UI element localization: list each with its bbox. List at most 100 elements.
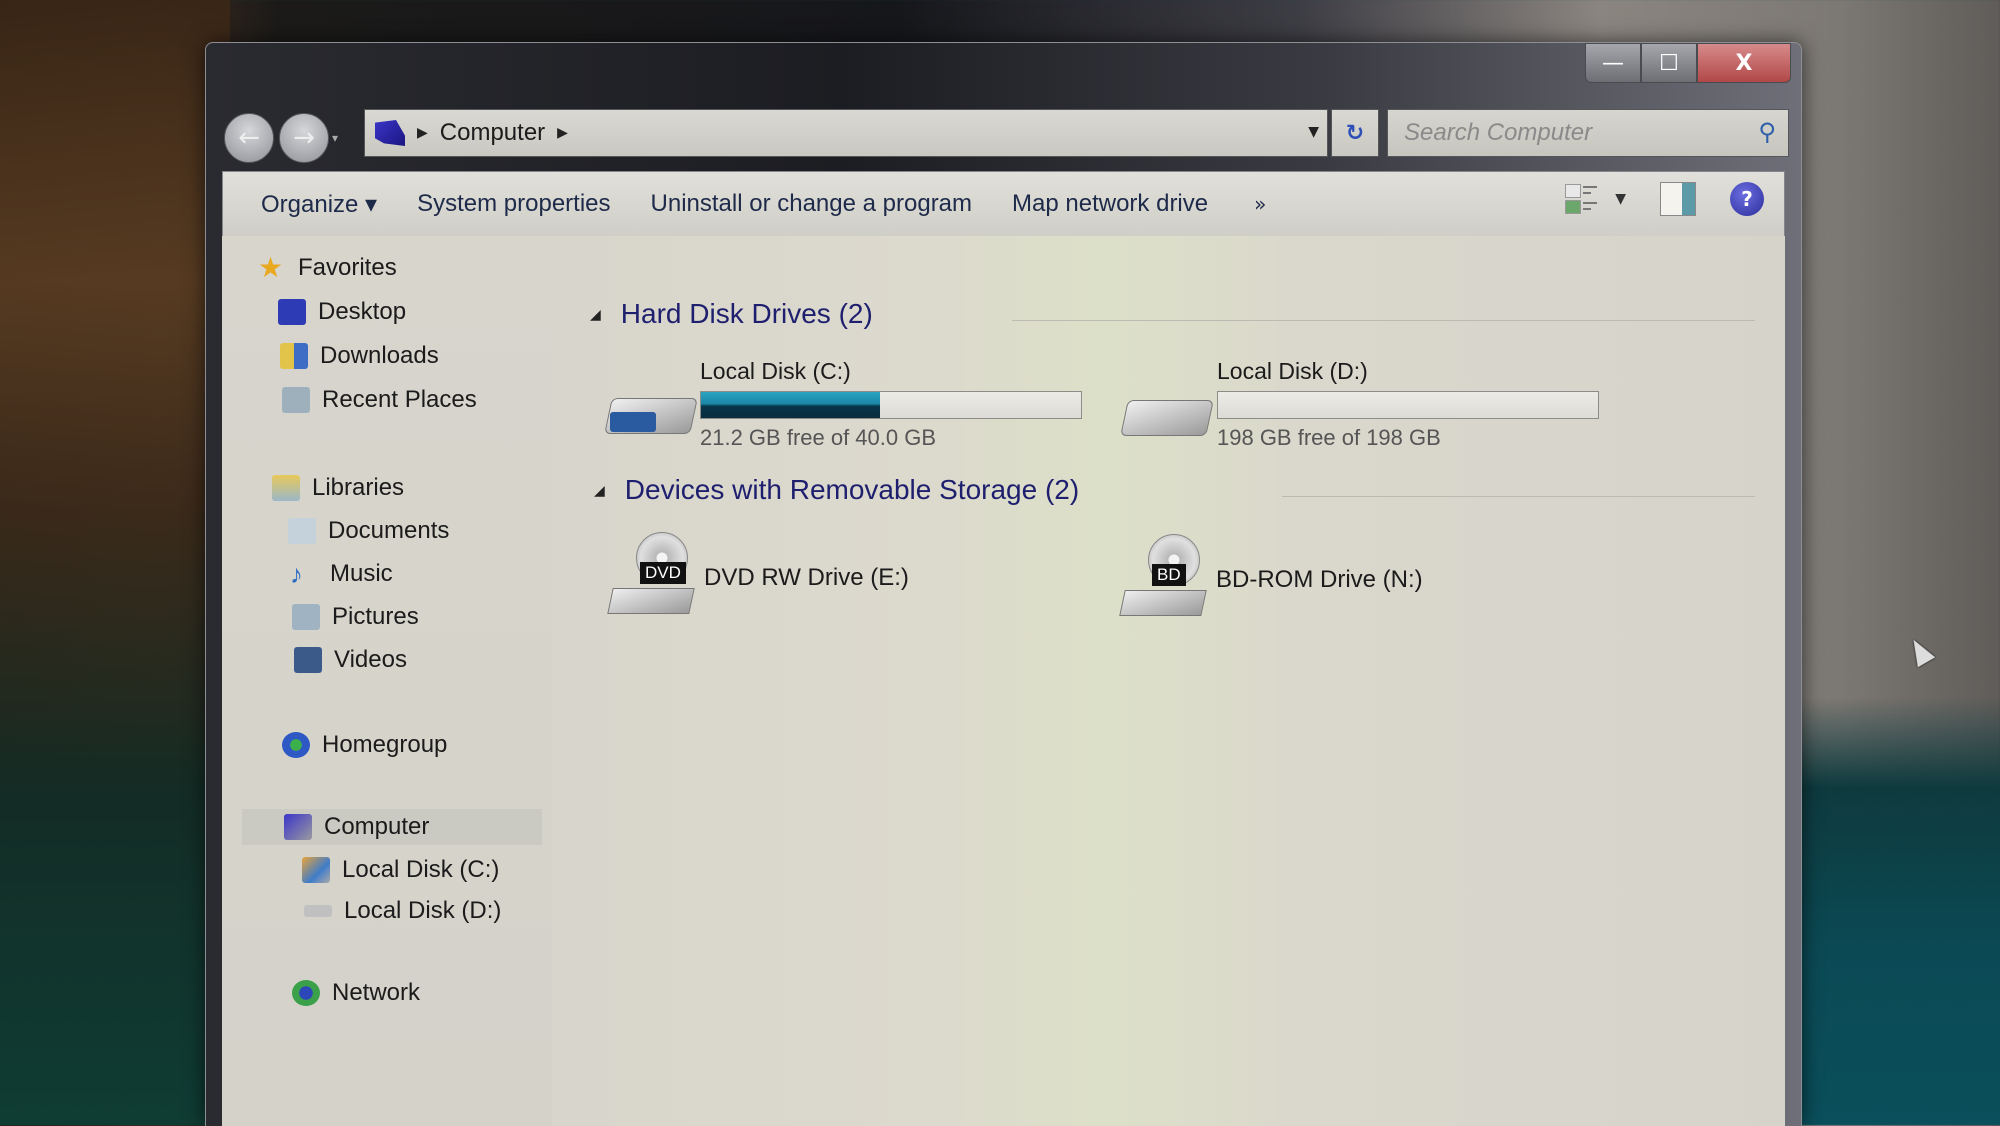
desktop-wallpaper (0, 0, 230, 1125)
refresh-button[interactable]: ↻ (1331, 109, 1379, 157)
group-title: Devices with Removable Storage (2) (624, 474, 1080, 505)
downloads-icon (280, 343, 308, 369)
drive-icon (1120, 388, 1214, 438)
pictures-icon (292, 604, 320, 630)
sidebar-item-downloads[interactable]: Downloads (280, 338, 439, 374)
back-button[interactable]: ← (224, 113, 274, 163)
search-icon[interactable]: ⚲ (1758, 118, 1776, 146)
command-bar: Organize ▾ System properties Uninstall o… (222, 171, 1785, 237)
group-header-hard-disk-drives[interactable]: ◢ Hard Disk Drives (2) (590, 298, 873, 330)
maximize-button[interactable]: ☐ (1641, 43, 1697, 83)
sidebar-item-videos[interactable]: Videos (294, 642, 407, 678)
content-area: ★ Favorites Desktop Downloads Recent Pla… (222, 236, 1785, 1126)
sidebar-item-documents[interactable]: Documents (288, 513, 449, 549)
sidebar-item-recent-places[interactable]: Recent Places (282, 382, 477, 418)
sidebar-label: Favorites (298, 254, 397, 281)
sidebar-item-local-disk-d[interactable]: Local Disk (D:) (304, 893, 501, 929)
explorer-window: — ☐ X ← → ▾ ▶ Computer ▶ ▼ ↻ ⚲ Organize … (205, 42, 1802, 1126)
forward-button[interactable]: → (279, 113, 329, 163)
music-icon: ♪ (290, 559, 303, 589)
collapse-icon[interactable]: ◢ (590, 306, 601, 323)
sidebar-libraries[interactable]: Libraries (272, 470, 404, 506)
dvd-drive-icon: DVD (607, 532, 696, 618)
address-bar[interactable]: ▶ Computer ▶ ▼ (364, 109, 1328, 157)
group-header-removable-storage[interactable]: ◢ Devices with Removable Storage (2) (594, 474, 1079, 506)
sidebar-label: Pictures (332, 603, 419, 630)
sidebar-item-local-disk-c[interactable]: Local Disk (C:) (302, 852, 499, 888)
navigation-pane: ★ Favorites Desktop Downloads Recent Pla… (222, 236, 552, 1126)
toolbar-right: ▼ ? (1565, 182, 1764, 216)
sidebar-network[interactable]: Network (292, 975, 420, 1011)
documents-icon (288, 518, 316, 544)
sidebar-homegroup[interactable]: Homegroup (282, 727, 447, 763)
homegroup-icon (282, 732, 310, 758)
videos-icon (294, 647, 322, 673)
sidebar-label: Network (332, 979, 421, 1006)
sidebar-label: Documents (328, 517, 450, 544)
group-title: Hard Disk Drives (2) (620, 298, 873, 329)
map-network-drive-button[interactable]: Map network drive (1012, 190, 1208, 218)
sidebar-label: Videos (334, 646, 407, 673)
close-button[interactable]: X (1697, 43, 1791, 83)
minimize-button[interactable]: — (1585, 43, 1641, 83)
free-space-text: 198 GB free of 198 GB (1217, 425, 1441, 450)
sidebar-label: Libraries (312, 474, 405, 501)
drive-local-disk-d[interactable]: Local Disk (D:) 198 GB free of 198 GB (1217, 358, 1599, 451)
sidebar-label: Downloads (320, 342, 439, 369)
group-divider (1012, 320, 1755, 321)
sidebar-label: Desktop (318, 298, 407, 325)
bd-drive-icon: BD (1119, 534, 1208, 620)
uninstall-program-button[interactable]: Uninstall or change a program (651, 190, 973, 218)
network-icon (292, 980, 320, 1006)
mouse-pointer-icon (1904, 634, 1936, 668)
sidebar-item-desktop[interactable]: Desktop (278, 294, 406, 330)
more-commands-icon[interactable]: » (1254, 192, 1266, 216)
breadcrumb-separator-icon[interactable]: ▶ (417, 125, 428, 141)
change-view-icon[interactable] (1565, 182, 1601, 216)
file-list: ◢ Hard Disk Drives (2) Local Disk (C:) 2… (552, 236, 1785, 1126)
device-dvd-rw-drive[interactable]: DVD RW Drive (E:) (704, 564, 909, 592)
system-drive-icon (302, 857, 330, 883)
free-space-text: 21.2 GB free of 40.0 GB (700, 425, 937, 450)
sidebar-label: Local Disk (C:) (342, 856, 500, 883)
usage-bar (1217, 391, 1599, 419)
preview-pane-icon[interactable] (1660, 182, 1696, 216)
drive-name: Local Disk (C:) (700, 358, 851, 384)
desktop-icon (278, 299, 306, 325)
libraries-icon (272, 475, 300, 501)
device-bd-rom-drive[interactable]: BD-ROM Drive (N:) (1216, 566, 1423, 594)
drive-name: Local Disk (D:) (1217, 358, 1368, 384)
navigation-bar: ← → ▾ ▶ Computer ▶ ▼ ↻ ⚲ (224, 109, 1791, 163)
breadcrumb-computer[interactable]: Computer (440, 119, 545, 147)
search-input[interactable] (1402, 118, 1726, 148)
search-box[interactable]: ⚲ (1387, 109, 1789, 157)
system-properties-button[interactable]: System properties (417, 190, 610, 218)
sidebar-label: Music (330, 560, 393, 587)
sidebar-label: Local Disk (D:) (344, 897, 502, 924)
computer-icon (375, 120, 405, 146)
usage-bar (700, 391, 1082, 419)
view-options-dropdown-icon[interactable]: ▼ (1615, 191, 1626, 207)
address-dropdown-icon[interactable]: ▼ (1308, 124, 1319, 140)
usage-bar-fill (701, 392, 880, 418)
collapse-icon[interactable]: ◢ (594, 482, 605, 499)
recent-pages-dropdown-icon[interactable]: ▾ (332, 131, 338, 145)
sidebar-label: Recent Places (322, 386, 477, 413)
recent-places-icon (282, 387, 310, 413)
dvd-badge: DVD (640, 562, 686, 584)
sidebar-label: Computer (324, 813, 430, 840)
breadcrumb-separator-icon[interactable]: ▶ (557, 125, 568, 141)
bd-badge: BD (1152, 564, 1186, 586)
sidebar-favorites[interactable]: ★ Favorites (258, 250, 397, 286)
sidebar-item-pictures[interactable]: Pictures (292, 599, 419, 635)
sidebar-computer[interactable]: Computer (242, 809, 542, 845)
help-icon[interactable]: ? (1730, 182, 1764, 216)
caption-buttons: — ☐ X (1585, 43, 1791, 83)
sidebar-item-music[interactable]: ♪ Music (290, 556, 393, 592)
system-drive-icon (604, 386, 698, 436)
drive-icon (304, 905, 332, 917)
sidebar-label: Homegroup (322, 731, 448, 758)
drive-local-disk-c[interactable]: Local Disk (C:) 21.2 GB free of 40.0 GB (700, 358, 1082, 451)
computer-icon (284, 814, 312, 840)
organize-menu[interactable]: Organize ▾ (261, 190, 377, 219)
